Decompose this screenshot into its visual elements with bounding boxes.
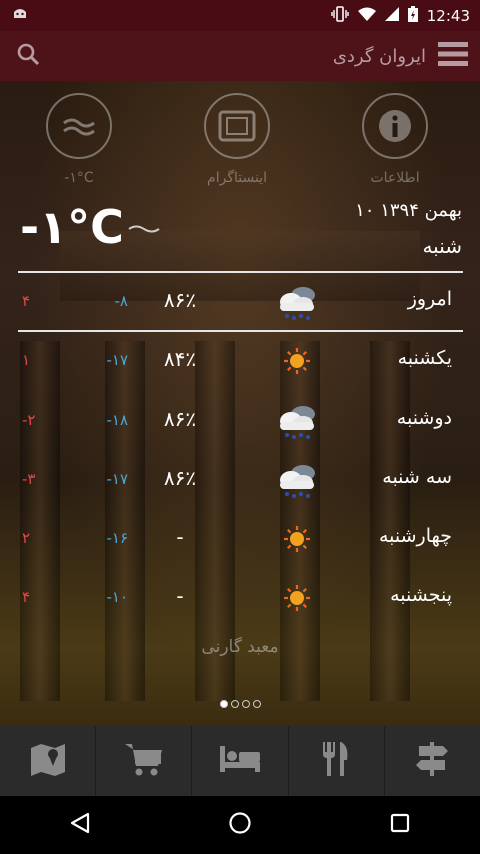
divider-top — [18, 271, 463, 273]
signpost-icon — [413, 740, 451, 782]
food-icon — [321, 740, 351, 782]
status-time: 12:43 — [426, 6, 470, 25]
current-temp: -۱°C — [20, 200, 124, 254]
cloud-snow-icon — [272, 401, 322, 441]
sun-icon — [272, 341, 322, 381]
cart-icon — [124, 740, 164, 782]
bed-icon — [219, 744, 261, 778]
android-icon — [12, 6, 28, 26]
forecast-row: ۲ -۱۶ - چهارشنبه — [0, 511, 480, 569]
forecast-day: پنجشنبه — [390, 584, 452, 606]
cloud-icon[interactable] — [46, 93, 112, 159]
forecast-day: یکشنبه — [397, 347, 452, 369]
app-bar: ایروان گردی — [0, 31, 480, 81]
page-dot[interactable] — [230, 700, 239, 708]
menu-icon[interactable] — [438, 41, 468, 72]
forecast-day: امروز — [407, 288, 452, 310]
page-dot[interactable] — [241, 700, 250, 708]
app-title: ایروان گردی — [332, 45, 426, 67]
forecast-day: چهارشنبه — [378, 525, 452, 547]
tab-shop[interactable] — [96, 726, 193, 796]
forecast-humidity: ۸۴٪ — [163, 347, 197, 371]
recents-icon[interactable] — [389, 812, 411, 838]
mist-icon — [128, 218, 160, 237]
forecast-min-temp: -۱۷ — [106, 351, 128, 369]
forecast-max-temp: ۴ — [22, 292, 31, 310]
bottom-tabbar — [0, 726, 480, 796]
page-dot[interactable] — [252, 700, 261, 708]
forecast-humidity: ۸۶٪ — [163, 466, 197, 490]
sun-icon — [272, 519, 322, 559]
forecast-day: دوشنبه — [396, 407, 452, 429]
current-weather: -۱°C ۱۰ بهمن ۱۳۹۴ شنبه — [0, 196, 480, 274]
vibrate-icon — [331, 5, 349, 26]
home-icon[interactable] — [228, 811, 252, 839]
weather-shortcut-label: -۱°C — [64, 170, 94, 186]
tab-map[interactable] — [0, 726, 97, 796]
info-icon[interactable] — [362, 93, 428, 159]
forecast-humidity: - — [176, 525, 184, 549]
forecast-min-temp: -۸ — [114, 292, 128, 310]
forecast-day: سه شنبه — [382, 466, 452, 488]
forecast-min-temp: -۱۶ — [106, 529, 128, 547]
tab-hotel[interactable] — [192, 726, 289, 796]
instagram-icon[interactable] — [204, 93, 270, 159]
forecast-humidity: ۸۶٪ — [163, 288, 197, 312]
system-navbar — [0, 796, 480, 854]
tab-directions[interactable] — [385, 726, 480, 796]
cloud-snow-icon — [272, 460, 322, 500]
instagram-label: اینستاگرام — [207, 170, 267, 186]
forecast-min-temp: -۱۷ — [106, 470, 128, 488]
page-dot[interactable] — [219, 700, 228, 708]
status-bar: 12:43 — [0, 0, 480, 31]
forecast-max-temp: -۲ — [22, 411, 36, 429]
forecast-max-temp: ۴ — [22, 588, 31, 606]
page-indicator — [0, 700, 480, 708]
current-weekday: شنبه — [422, 234, 462, 258]
forecast-row: -۳ -۱۷ ۸۶٪ سه شنبه — [0, 452, 480, 510]
forecast-row: -۲ -۱۸ ۸۶٪ دوشنبه — [0, 393, 480, 451]
wifi-icon — [357, 7, 376, 25]
photo-caption: معبد گارنی — [201, 637, 279, 657]
current-date: ۱۰ بهمن ۱۳۹۴ — [355, 200, 462, 221]
weather-panel: اطلاعات اینستاگرام -۱°C -۱°C ۱۰ بهمن ۱۳۹… — [0, 81, 480, 726]
back-icon[interactable] — [69, 812, 91, 838]
search-icon[interactable] — [16, 42, 40, 70]
shortcut-row: اطلاعات اینستاگرام -۱°C — [0, 91, 480, 201]
forecast-max-temp: ۲ — [22, 529, 31, 547]
info-label: اطلاعات — [370, 170, 420, 186]
forecast-max-temp: -۳ — [22, 470, 36, 488]
battery-icon — [407, 5, 418, 26]
forecast-min-temp: -۱۸ — [106, 411, 128, 429]
forecast-row: ۱ -۱۷ ۸۴٪ یکشنبه — [0, 333, 480, 391]
forecast-max-temp: ۱ — [22, 351, 31, 369]
forecast-humidity: - — [176, 584, 184, 608]
forecast-row: ۴ -۸ ۸۶٪ امروز — [0, 274, 480, 332]
cloud-snow-icon — [272, 282, 322, 322]
map-icon — [29, 740, 67, 782]
tab-food[interactable] — [289, 726, 385, 796]
sun-icon — [272, 578, 322, 618]
signal-icon — [384, 6, 399, 25]
forecast-humidity: ۸۶٪ — [163, 407, 197, 431]
forecast-min-temp: -۱۰ — [106, 588, 128, 606]
divider-today — [18, 330, 463, 332]
forecast-row: ۴ -۱۰ - پنجشنبه — [0, 570, 480, 628]
